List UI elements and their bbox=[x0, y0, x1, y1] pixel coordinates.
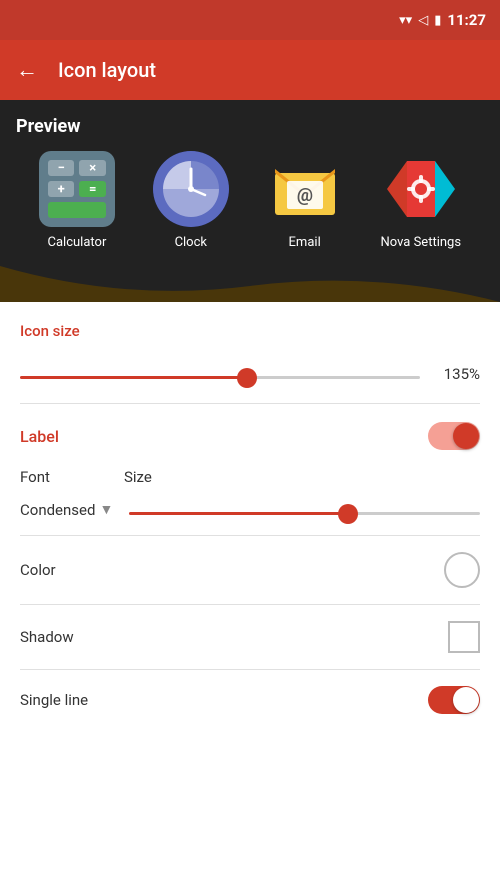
wifi-icon: ▾▾ bbox=[399, 13, 412, 28]
font-value: Condensed bbox=[20, 501, 95, 519]
nova-icon bbox=[383, 151, 459, 227]
page-title: Icon layout bbox=[58, 58, 156, 82]
list-item: Nova Settings bbox=[381, 151, 462, 250]
preview-label: Preview bbox=[16, 116, 484, 137]
single-line-label: Single line bbox=[20, 691, 88, 709]
nova-label: Nova Settings bbox=[381, 235, 462, 250]
single-line-toggle[interactable] bbox=[428, 686, 480, 714]
preview-wave bbox=[0, 266, 500, 302]
email-icon: @ bbox=[267, 151, 343, 227]
label-title: Label bbox=[20, 427, 59, 446]
icon-size-slider[interactable] bbox=[20, 376, 420, 379]
battery-icon: ▮ bbox=[434, 13, 441, 28]
icon-size-title: Icon size bbox=[20, 322, 480, 340]
status-time: 11:27 bbox=[447, 11, 486, 29]
list-item: − × + = Calculator bbox=[39, 151, 115, 250]
size-column-label: Size bbox=[100, 468, 480, 486]
shadow-row: Shadow bbox=[0, 605, 500, 669]
status-bar: ▾▾ ◁ ▮ 11:27 bbox=[0, 0, 500, 40]
color-label: Color bbox=[20, 561, 56, 579]
color-row: Color bbox=[0, 536, 500, 604]
clock-label: Clock bbox=[175, 235, 207, 250]
icon-size-slider-row: 135% bbox=[0, 364, 500, 403]
shadow-label: Shadow bbox=[20, 628, 74, 646]
email-svg: @ bbox=[267, 151, 343, 227]
font-size-header-row: Font Size bbox=[0, 464, 500, 496]
clock-svg bbox=[153, 151, 229, 227]
dropdown-arrow-icon: ▼ bbox=[99, 501, 113, 518]
icon-size-title-row: Icon size bbox=[0, 302, 500, 364]
mini-toggle-knob bbox=[453, 687, 479, 713]
label-toggle[interactable] bbox=[428, 422, 480, 450]
label-section: Label bbox=[0, 404, 500, 464]
font-size-slider[interactable] bbox=[129, 512, 480, 515]
single-line-row: Single line bbox=[0, 670, 500, 722]
font-size-slider-container[interactable] bbox=[113, 500, 480, 519]
wave-svg bbox=[0, 266, 500, 302]
toggle-knob bbox=[453, 423, 479, 449]
list-item: Clock bbox=[153, 151, 229, 250]
shadow-checkbox[interactable] bbox=[448, 621, 480, 653]
preview-section: Preview − × + = Calculator bbox=[0, 100, 500, 266]
icon-size-section: Icon size 135% bbox=[0, 302, 500, 403]
email-label: Email bbox=[289, 235, 321, 250]
calculator-label: Calculator bbox=[48, 235, 107, 250]
icon-size-value: 135% bbox=[436, 365, 480, 383]
clock-icon bbox=[153, 151, 229, 227]
condensed-row: Condensed ▼ bbox=[0, 496, 500, 535]
signal-icon: ◁ bbox=[418, 13, 428, 28]
color-picker[interactable] bbox=[444, 552, 480, 588]
back-button[interactable]: ← bbox=[16, 57, 38, 83]
calculator-icon: − × + = bbox=[39, 151, 115, 227]
list-item: @ Email bbox=[267, 151, 343, 250]
nova-svg bbox=[383, 151, 459, 227]
preview-icons-row: − × + = Calculator bbox=[16, 151, 484, 266]
toolbar: ← Icon layout bbox=[0, 40, 500, 100]
svg-text:@: @ bbox=[297, 185, 313, 206]
font-column-label: Font bbox=[20, 468, 100, 486]
font-dropdown[interactable]: Condensed ▼ bbox=[20, 501, 113, 519]
icon-size-slider-container[interactable] bbox=[20, 364, 420, 383]
status-icons: ▾▾ ◁ ▮ 11:27 bbox=[399, 11, 486, 29]
